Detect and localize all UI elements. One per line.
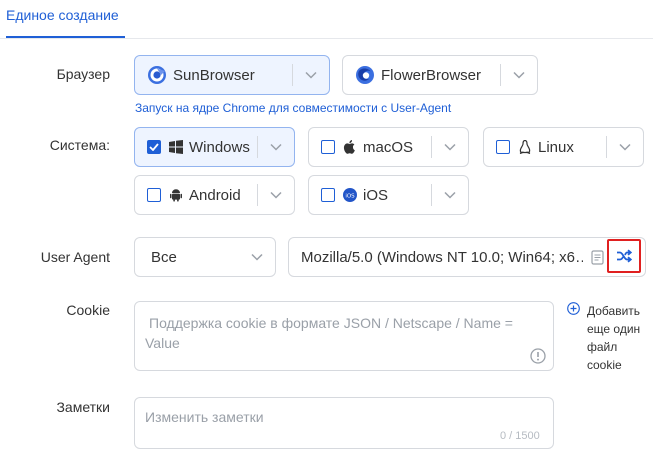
chevron-down-icon[interactable]: [258, 191, 294, 199]
browser-option-label: FlowerBrowser: [381, 66, 482, 84]
apple-icon: [343, 140, 357, 154]
system-option-macos[interactable]: macOS: [308, 127, 469, 167]
tab-single-create[interactable]: Единое создание: [6, 7, 119, 23]
system-option-label: macOS: [363, 138, 414, 156]
firefox-icon: [355, 65, 375, 85]
system-option-android[interactable]: Android: [134, 175, 295, 215]
browser-option-flowerbrowser[interactable]: FlowerBrowser: [342, 55, 538, 95]
chevron-down-icon[interactable]: [501, 71, 537, 79]
user-agent-filter-select[interactable]: Все: [134, 237, 276, 277]
cookie-label: Cookie: [66, 302, 110, 318]
browser-label: Браузер: [56, 66, 110, 82]
cookie-textarea[interactable]: Поддержка cookie в формате JSON / Netsca…: [134, 301, 554, 371]
notes-char-counter: 0 / 1500: [500, 430, 540, 442]
ios-icon: iOS: [343, 188, 357, 202]
chevron-down-icon[interactable]: [607, 143, 643, 151]
user-agent-input[interactable]: Mozilla/5.0 (Windows NT 10.0; Win64; x6…: [288, 237, 646, 277]
shuffle-user-agent-button[interactable]: [607, 239, 641, 273]
android-icon: [169, 188, 183, 202]
notes-textarea[interactable]: Изменить заметки: [134, 397, 554, 449]
create-profile-form: Единое создание Браузер SunBrowser Flowe…: [0, 0, 653, 455]
tab-divider: [0, 38, 653, 39]
checkbox-unchecked[interactable]: [321, 140, 335, 154]
plus-circle-icon: [567, 302, 580, 320]
checkbox-checked[interactable]: [147, 140, 161, 154]
chevron-down-icon[interactable]: [258, 143, 294, 151]
system-option-linux[interactable]: Linux: [483, 127, 644, 167]
windows-icon: [169, 140, 183, 154]
add-cookie-file-label: Добавить еще один файл cookie: [587, 304, 641, 372]
svg-text:iOS: iOS: [345, 193, 355, 199]
system-option-windows[interactable]: Windows: [134, 127, 295, 167]
system-option-label: Linux: [538, 138, 574, 156]
copy-icon[interactable]: [591, 250, 604, 265]
system-option-label: iOS: [363, 186, 389, 204]
checkbox-unchecked[interactable]: [147, 188, 161, 202]
chevron-down-icon: [239, 253, 275, 261]
shuffle-icon: [616, 249, 632, 263]
cookie-placeholder: Поддержка cookie в формате JSON / Netsca…: [145, 315, 513, 351]
chevron-down-icon[interactable]: [432, 191, 468, 199]
linux-icon: [518, 140, 532, 154]
system-option-label: Windows: [189, 138, 250, 156]
user-agent-filter-value: Все: [151, 248, 177, 266]
system-option-label: Android: [189, 186, 241, 204]
user-agent-value: Mozilla/5.0 (Windows NT 10.0; Win64; x6…: [301, 249, 583, 266]
browser-option-label: SunBrowser: [173, 66, 255, 84]
notes-placeholder: Изменить заметки: [145, 409, 264, 425]
info-icon[interactable]: [530, 348, 546, 364]
checkbox-unchecked[interactable]: [496, 140, 510, 154]
browser-hint: Запуск на ядре Chrome для совместимости …: [135, 101, 452, 115]
system-option-ios[interactable]: iOS iOS: [308, 175, 469, 215]
chevron-down-icon[interactable]: [432, 143, 468, 151]
checkbox-unchecked[interactable]: [321, 188, 335, 202]
system-label: Система:: [49, 137, 110, 153]
browser-option-sunbrowser[interactable]: SunBrowser: [134, 55, 330, 95]
chrome-icon: [147, 65, 167, 85]
chevron-down-icon[interactable]: [293, 71, 329, 79]
user-agent-label: User Agent: [40, 249, 110, 265]
notes-label: Заметки: [56, 399, 110, 415]
